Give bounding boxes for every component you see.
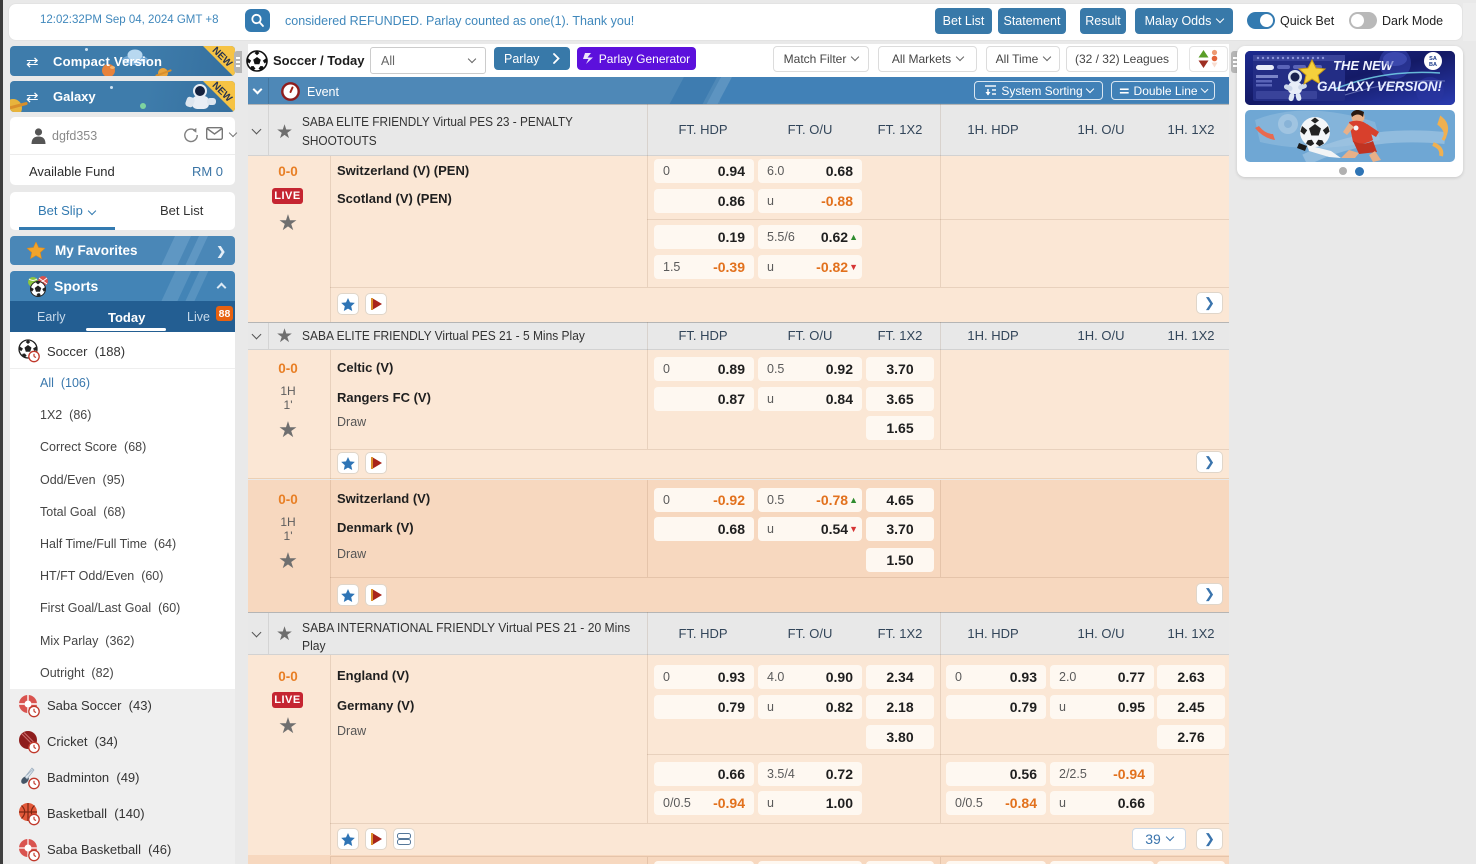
svg-text:BA: BA <box>1429 62 1437 68</box>
svg-text:GALAXY VERSION!: GALAXY VERSION! <box>1317 79 1443 94</box>
